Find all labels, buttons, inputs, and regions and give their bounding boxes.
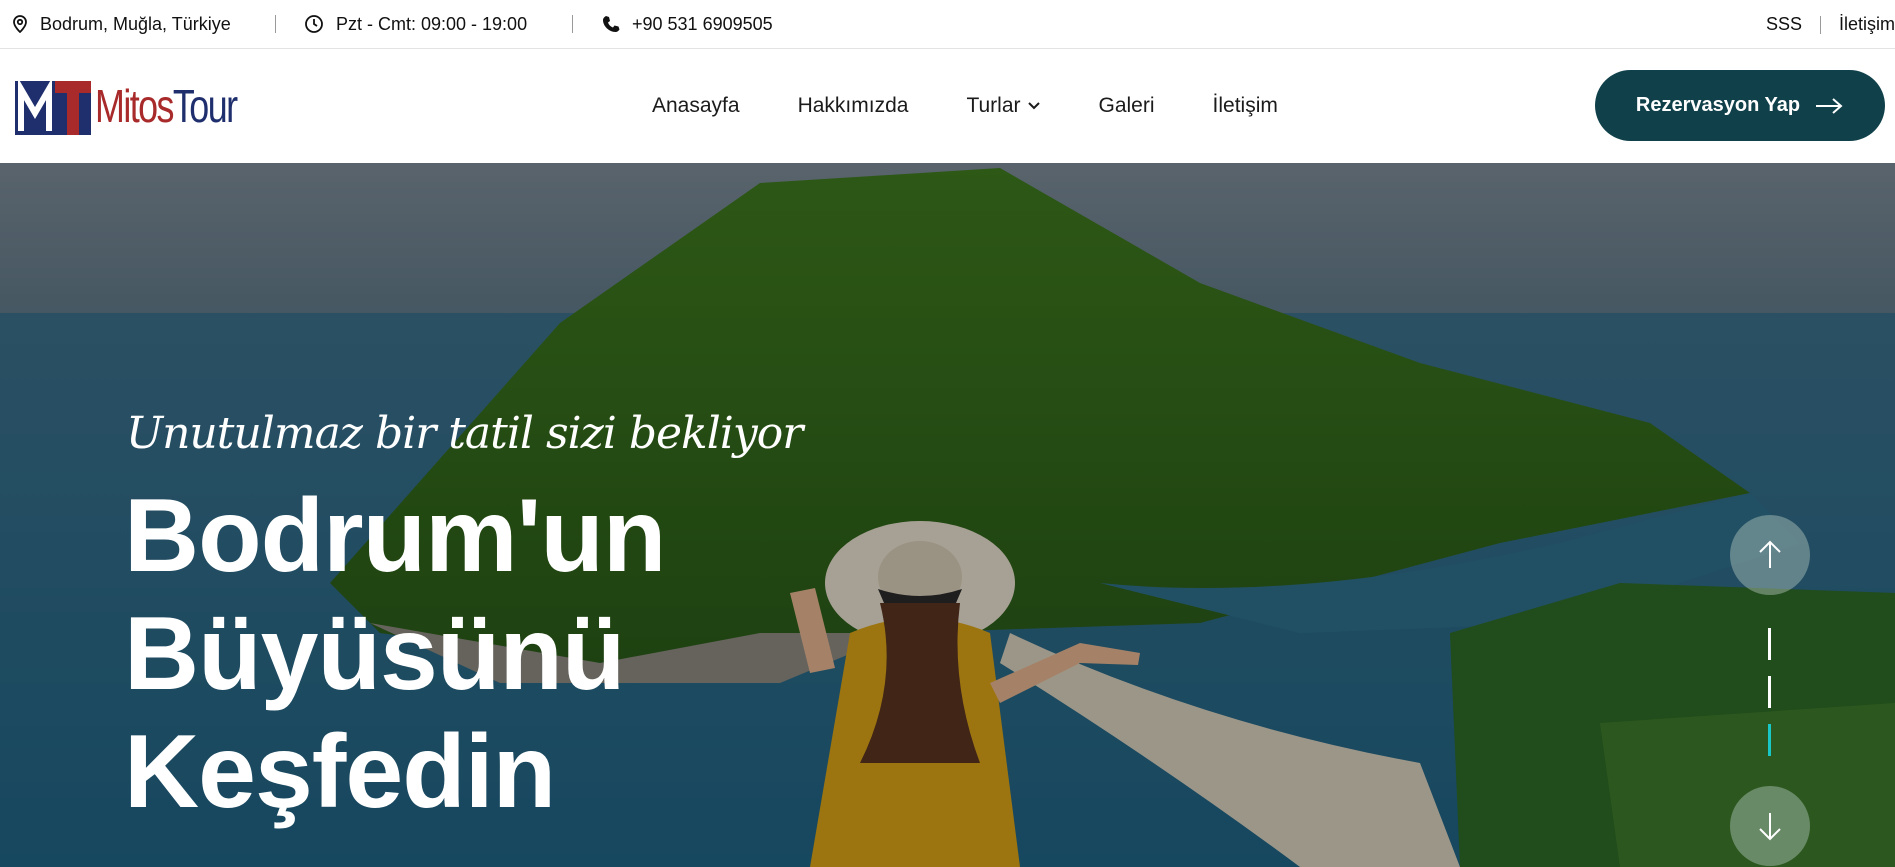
main-nav: Anasayfa Hakkımızda Turlar Galeri İletiş…	[652, 49, 1336, 163]
slide-indicator[interactable]	[1768, 628, 1771, 660]
slide-indicator-active[interactable]	[1768, 724, 1771, 756]
divider	[572, 15, 573, 33]
faq-link[interactable]: SSS	[1766, 14, 1802, 35]
chevron-down-icon	[1027, 102, 1040, 110]
location-pin-icon	[13, 15, 27, 33]
divider	[275, 15, 276, 33]
logo-text: MitosTour	[95, 80, 238, 132]
divider	[1819, 15, 1821, 34]
contact-top-link[interactable]: İletişim	[1839, 14, 1895, 35]
hours-info: Pzt - Cmt: 09:00 - 19:00	[304, 14, 527, 35]
arrow-right-icon	[1816, 97, 1843, 114]
clock-icon	[305, 15, 323, 33]
location-info: Bodrum, Muğla, Türkiye	[12, 14, 231, 35]
hours-text: Pzt - Cmt: 09:00 - 19:00	[336, 13, 528, 34]
hero-subtitle: Unutulmaz bir tatil sizi bekliyor	[126, 408, 803, 459]
nav-tours[interactable]: Turlar	[966, 94, 1040, 118]
slide-prev-button[interactable]	[1730, 515, 1810, 595]
slide-next-button[interactable]	[1730, 786, 1810, 866]
nav-gallery[interactable]: Galeri	[1099, 94, 1155, 118]
arrow-up-icon	[1759, 540, 1781, 568]
logo-mark-icon	[15, 77, 91, 135]
hero-section: Unutulmaz bir tatil sizi bekliyor Bodrum…	[0, 163, 1895, 867]
hero-title: Bodrum'un Büyüsünü Keşfedin	[124, 477, 666, 831]
reservation-button[interactable]: Rezervasyon Yap	[1595, 70, 1885, 141]
arrow-down-icon	[1759, 813, 1781, 841]
slide-indicators	[1768, 628, 1772, 772]
nav-about[interactable]: Hakkımızda	[798, 94, 909, 118]
top-info-bar: Bodrum, Muğla, Türkiye Pzt - Cmt: 09:00 …	[0, 0, 1895, 49]
site-logo[interactable]: MitosTour	[15, 77, 276, 135]
nav-home[interactable]: Anasayfa	[652, 94, 740, 118]
hero-title-line: Bodrum'un	[124, 478, 666, 594]
hero-title-line: Keşfedin	[124, 714, 556, 830]
location-text: Bodrum, Muğla, Türkiye	[40, 13, 231, 34]
phone-info[interactable]: +90 531 6909505	[602, 14, 773, 35]
hero-title-line: Büyüsünü	[124, 596, 625, 712]
slide-indicator[interactable]	[1768, 676, 1771, 708]
nav-contact[interactable]: İletişim	[1213, 94, 1278, 118]
main-header: MitosTour Anasayfa Hakkımızda Turlar Gal…	[0, 49, 1895, 163]
phone-text[interactable]: +90 531 6909505	[632, 14, 773, 35]
phone-icon	[603, 16, 620, 32]
